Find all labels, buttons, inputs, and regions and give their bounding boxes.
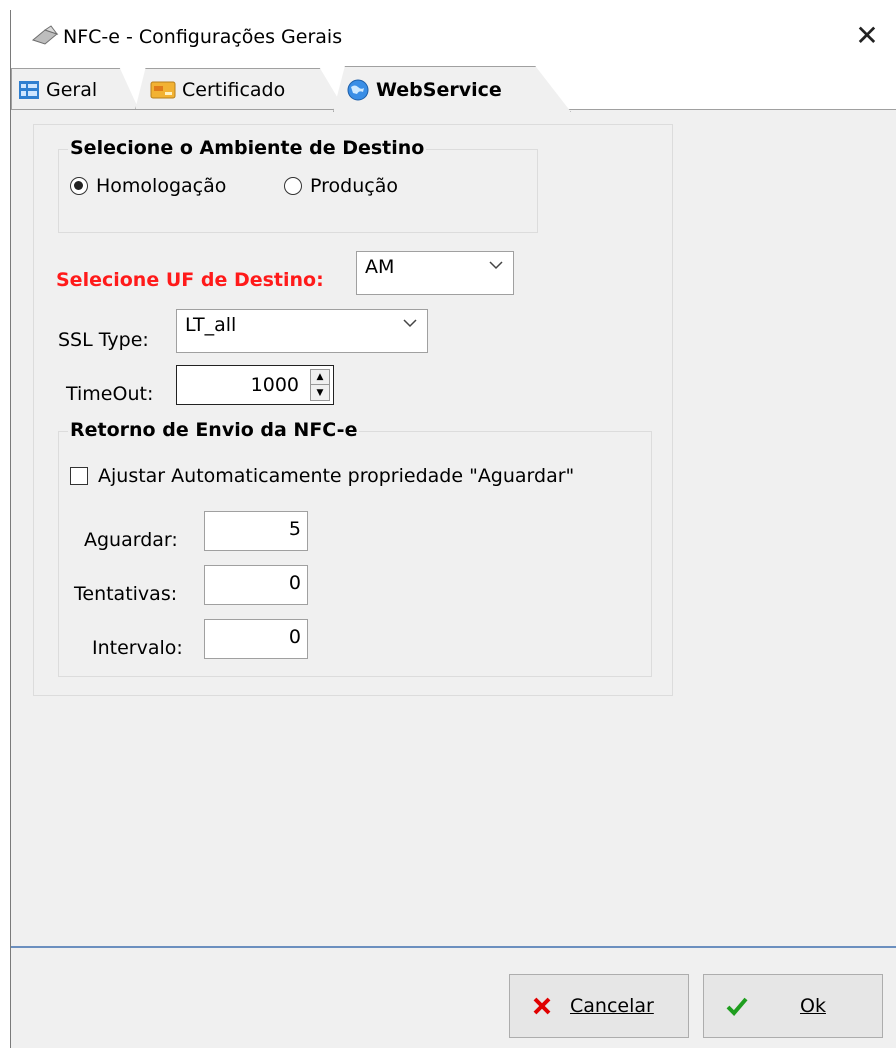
- ok-label: Ok: [800, 995, 826, 1017]
- uf-label: Selecione UF de Destino:: [56, 269, 324, 291]
- radio-producao[interactable]: Produção: [284, 175, 398, 197]
- retorno-title: Retorno de Envio da NFC-e: [68, 419, 360, 441]
- spinner-buttons: ▲ ▼: [310, 369, 330, 401]
- ssl-value: LT_all: [185, 314, 237, 336]
- intervalo-input[interactable]: 0: [204, 619, 308, 659]
- spin-down-icon[interactable]: ▼: [311, 385, 329, 400]
- uf-value: AM: [365, 256, 395, 278]
- chevron-down-icon: [489, 261, 503, 270]
- title-bar: NFC-e - Configurações Gerais ✕: [11, 10, 896, 66]
- ssl-label: SSL Type:: [58, 329, 149, 351]
- tab-webservice[interactable]: WebService: [333, 66, 571, 112]
- card-icon: [150, 81, 176, 98]
- spin-up-icon[interactable]: ▲: [311, 370, 329, 385]
- config-window: NFC-e - Configurações Gerais ✕ Geral Cer…: [10, 10, 896, 1048]
- timeout-spinner[interactable]: 1000 ▲ ▼: [176, 365, 334, 405]
- chevron-down-icon: [403, 319, 417, 328]
- cancel-label: Cancelar: [570, 995, 654, 1017]
- footer-divider: [11, 946, 896, 948]
- intervalo-label: Intervalo:: [92, 637, 183, 659]
- tentativas-label: Tentativas:: [74, 583, 178, 605]
- radio-circle[interactable]: [284, 177, 302, 195]
- close-icon: ✕: [855, 18, 879, 52]
- tab-geral[interactable]: Geral: [11, 68, 139, 110]
- window-title: NFC-e - Configurações Gerais: [63, 26, 343, 48]
- ambiente-title: Selecione o Ambiente de Destino: [68, 137, 427, 159]
- grid-icon: [19, 80, 39, 99]
- checkbox-label: Ajustar Automaticamente propriedade "Agu…: [98, 465, 575, 487]
- aguardar-input[interactable]: 5: [204, 511, 308, 551]
- cancel-button[interactable]: Cancelar: [509, 974, 689, 1038]
- tab-label: Geral: [46, 78, 98, 101]
- aguardar-label: Aguardar:: [84, 529, 178, 551]
- uf-select[interactable]: AM: [356, 251, 514, 295]
- tab-label: Certificado: [182, 78, 286, 101]
- app-icon: [31, 25, 59, 45]
- checkmark-icon: [726, 997, 748, 1016]
- radio-homologacao[interactable]: Homologação: [70, 175, 226, 197]
- webservice-panel: Selecione o Ambiente de Destino Homologa…: [33, 124, 673, 696]
- checkbox-box[interactable]: [70, 467, 88, 485]
- radio-circle[interactable]: [70, 177, 88, 195]
- timeout-value: 1000: [250, 374, 299, 396]
- close-button[interactable]: ✕: [837, 10, 896, 60]
- ssl-select[interactable]: LT_all: [176, 309, 428, 353]
- tab-label: WebService: [376, 78, 502, 101]
- ajustar-checkbox[interactable]: Ajustar Automaticamente propriedade "Agu…: [70, 465, 574, 487]
- ok-button[interactable]: Ok: [703, 974, 883, 1038]
- tab-strip: Geral Certificado WebService: [11, 66, 896, 112]
- tab-certificado[interactable]: Certificado: [135, 68, 345, 110]
- timeout-label: TimeOut:: [66, 383, 154, 405]
- globe-icon: [347, 79, 369, 100]
- tentativas-input[interactable]: 0: [204, 565, 308, 605]
- x-icon: [533, 997, 551, 1015]
- radio-label: Homologação: [96, 175, 227, 197]
- radio-label: Produção: [310, 175, 398, 197]
